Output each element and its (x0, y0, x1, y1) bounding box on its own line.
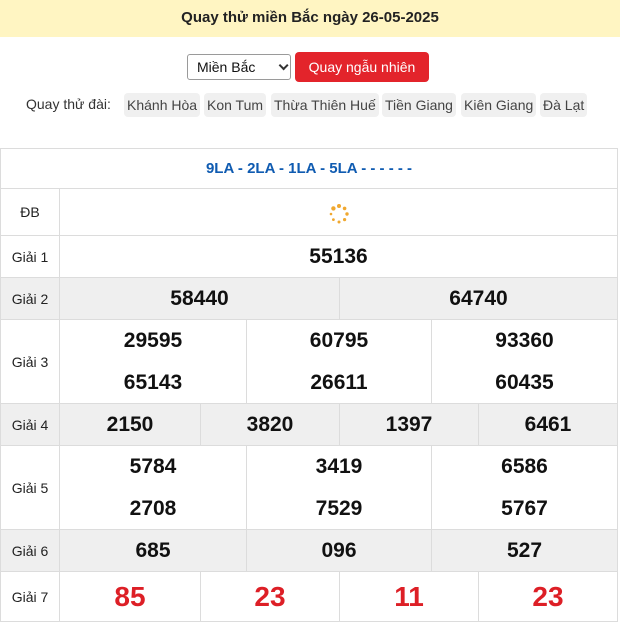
prize-label: Giải 6 (1, 530, 60, 571)
prize-number: 7529 (246, 488, 431, 530)
prize-number: 11 (339, 572, 478, 621)
prize-number: 6586 (431, 446, 617, 488)
controls-bar: Miền Bắc Quay ngẫu nhiên (0, 52, 620, 82)
loading-spinner-icon (329, 204, 349, 224)
prize-number: 3419 (246, 446, 431, 488)
page-title: Quay thử miền Bắc ngày 26-05-2025 (181, 9, 439, 26)
special-codes: 9LA - 2LA - 1LA - 5LA - - - - - - (205, 160, 413, 177)
prize-number: 60795 (246, 320, 431, 362)
station-chip-khanh-hoa[interactable]: Khánh Hòa (124, 93, 201, 117)
prize-number: 527 (431, 530, 617, 572)
station-chip-kien-giang[interactable]: Kiên Giang (461, 93, 537, 117)
prize-row-3: Giải 3 29595 60795 93360 65143 26611 604… (1, 320, 617, 404)
station-chip-tien-giang[interactable]: Tiền Giang (382, 93, 456, 117)
station-list-label: Quay thử đài: (26, 96, 111, 112)
chevron-down-icon (278, 60, 289, 71)
prize-number: 5784 (129, 455, 177, 478)
prize-number: 3820 (200, 404, 339, 446)
random-spin-button[interactable]: Quay ngẫu nhiên (295, 52, 429, 82)
prize-number: 23 (200, 572, 339, 621)
prize-number: 26611 (246, 362, 431, 404)
prize-row-7: Giải 7 85 23 11 23 (1, 572, 617, 621)
prize-row-2: Giải 2 58440 64740 (1, 278, 617, 320)
prize-number: 23 (478, 572, 617, 621)
prize-row-5: Giải 5 5784 3419 6586 2708 7529 5767 (1, 446, 617, 530)
prize-number: 60435 (431, 362, 617, 404)
prize-number: 1397 (339, 404, 478, 446)
prize-label: Giải 5 (1, 446, 60, 529)
region-select[interactable]: Miền Bắc (187, 54, 291, 80)
prize-number: 5767 (431, 488, 617, 530)
prize-label: Giải 1 (1, 236, 60, 277)
region-select-value: Miền Bắc (197, 59, 256, 75)
prize-label: ĐB (1, 189, 60, 235)
prize-number: 685 (135, 539, 171, 562)
code-row: 9LA - 2LA - 1LA - 5LA - - - - - - (1, 149, 617, 189)
station-chip-da-lat[interactable]: Đà Lạt (540, 93, 588, 117)
prize-number: 65143 (123, 371, 183, 394)
prize-row-1: Giải 1 55136 (1, 236, 617, 278)
prize-number: 55136 (309, 245, 368, 268)
prize-number: 2150 (106, 413, 154, 436)
prize-number: 29595 (123, 329, 183, 352)
page-header: Quay thử miền Bắc ngày 26-05-2025 (0, 0, 620, 37)
prize-number: 6461 (478, 404, 617, 446)
prize-number: 2708 (129, 497, 177, 520)
prize-label: Giải 2 (1, 278, 60, 319)
prize-number: 58440 (170, 287, 229, 310)
prize-row-db: ĐB (1, 189, 617, 236)
prize-number: 096 (246, 530, 431, 572)
prize-label: Giải 3 (1, 320, 60, 403)
prize-number: 93360 (431, 320, 617, 362)
station-chip-kon-tum[interactable]: Kon Tum (204, 93, 267, 117)
prize-number: 85 (114, 580, 146, 612)
prize-number: 64740 (339, 278, 617, 320)
prize-row-6: Giải 6 685 096 527 (1, 530, 617, 572)
station-chip-thua-thien-hue[interactable]: Thừa Thiên Huế (271, 93, 379, 117)
prize-row-4: Giải 4 2150 3820 1397 6461 (1, 404, 617, 446)
result-table: 9LA - 2LA - 1LA - 5LA - - - - - - ĐB Giả… (0, 148, 618, 622)
